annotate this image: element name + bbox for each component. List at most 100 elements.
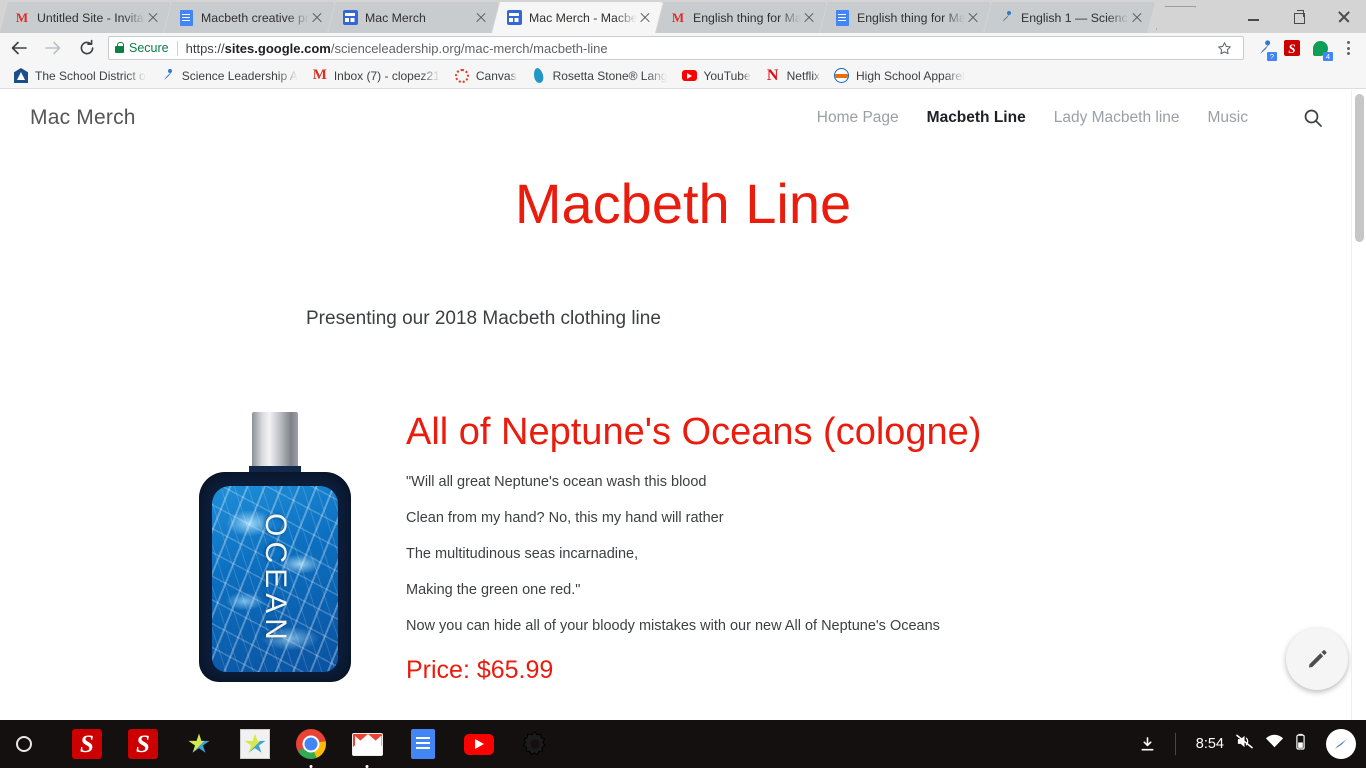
- bookmark-item[interactable]: Rosetta Stone® Lang: [524, 65, 675, 87]
- close-icon[interactable]: [473, 10, 489, 26]
- gmail-app-icon[interactable]: [350, 727, 384, 768]
- page-viewport: Mac Merch Home Page Macbeth Line Lady Ma…: [0, 90, 1366, 720]
- nav-item-lady-macbeth-line[interactable]: Lady Macbeth line: [1054, 109, 1180, 127]
- bottle-body: OCEAN: [199, 472, 351, 682]
- bookmark-item[interactable]: Science Leadership A: [153, 65, 305, 87]
- science-leadership-extension-icon[interactable]: ?: [1250, 33, 1278, 63]
- back-button[interactable]: [4, 33, 34, 63]
- gmail-icon: M: [312, 67, 327, 83]
- gmail-icon: M: [671, 10, 685, 25]
- tray-divider: [1174, 733, 1176, 755]
- tab-title: Untitled Site - Invitati: [37, 10, 145, 25]
- close-icon[interactable]: [145, 10, 161, 26]
- product-price: Price: $65.99: [406, 655, 554, 684]
- chrome-app-icon[interactable]: [294, 727, 328, 768]
- close-icon[interactable]: [965, 10, 981, 26]
- google-docs-icon: [178, 10, 194, 26]
- omnibox-divider: [176, 40, 178, 56]
- browser-tab-active[interactable]: Mac Merch - Macbeth: [492, 2, 663, 33]
- browser-tab[interactable]: M English thing for Ma: [656, 2, 827, 33]
- tab-title: English thing for Ma: [857, 10, 965, 25]
- edit-site-button[interactable]: [1286, 628, 1348, 690]
- product-section: OCEAN All of Neptune's Oceans (cologne) …: [0, 411, 1366, 685]
- bottle-cap: [252, 412, 298, 468]
- netflix-icon: N: [766, 66, 779, 84]
- browser-tab[interactable]: Mac Merch: [328, 2, 499, 33]
- chrome-menu-button[interactable]: [1334, 33, 1362, 63]
- search-icon[interactable]: [1302, 107, 1324, 129]
- clock: 8:54: [1195, 736, 1224, 752]
- nav-item-music[interactable]: Music: [1208, 109, 1248, 127]
- tab-title: Mac Merch - Macbeth: [529, 10, 637, 25]
- window-controls: [1231, 0, 1366, 33]
- bookmark-item[interactable]: The School District o: [6, 65, 153, 87]
- bookmark-item[interactable]: M Inbox (7) - clopez21: [305, 65, 447, 87]
- high-school-apparel-icon: [834, 68, 850, 84]
- browser-tab[interactable]: English thing for Ma: [820, 2, 991, 33]
- pencil-icon: [1309, 650, 1327, 668]
- google-docs-icon: [834, 10, 850, 26]
- reload-button[interactable]: [72, 33, 102, 63]
- bookmark-item[interactable]: Canvas: [447, 65, 524, 87]
- scrollbar-thumb[interactable]: [1355, 94, 1364, 242]
- browser-tab[interactable]: M Untitled Site - Invitati: [0, 2, 171, 33]
- product-image: OCEAN: [150, 412, 400, 685]
- bookmark-item[interactable]: YouTube: [674, 65, 757, 87]
- close-icon[interactable]: [801, 10, 817, 26]
- science-leadership-window-icon[interactable]: [238, 727, 272, 761]
- s-app-1-icon[interactable]: S: [70, 727, 104, 761]
- shelf-app-list: S S: [70, 727, 552, 768]
- forward-button: [38, 33, 68, 63]
- science-leadership-icon: [160, 68, 176, 84]
- download-icon[interactable]: [1131, 727, 1165, 761]
- system-shelf: S S 8:54: [0, 720, 1366, 768]
- browser-tab[interactable]: Macbeth creative pro: [164, 2, 335, 33]
- bookmark-star-icon[interactable]: [1211, 36, 1237, 60]
- science-leadership-app-icon[interactable]: [182, 727, 216, 761]
- settings-app-icon[interactable]: [518, 727, 552, 761]
- page-scrollbar[interactable]: [1351, 90, 1366, 720]
- s-app-2-icon[interactable]: S: [126, 727, 160, 761]
- nav-item-macbeth-line[interactable]: Macbeth Line: [927, 109, 1026, 127]
- bottle-label: OCEAN: [212, 486, 338, 672]
- site-navigation: Home Page Macbeth Line Lady Macbeth line…: [817, 107, 1336, 129]
- product-name: All of Neptune's Oceans (cologne): [406, 411, 982, 453]
- system-tray: 8:54: [1131, 727, 1366, 761]
- minimize-button[interactable]: [1231, 0, 1276, 33]
- bookmark-label: Canvas: [475, 68, 517, 83]
- product-description-line: Clean from my hand? No, this my hand wil…: [406, 509, 724, 526]
- s-extension-icon[interactable]: S: [1278, 33, 1306, 63]
- bookmark-item[interactable]: High School Apparel: [827, 65, 972, 87]
- google-docs-app-icon[interactable]: [406, 727, 440, 761]
- close-icon[interactable]: [637, 10, 653, 26]
- browser-tab[interactable]: English 1 — Science: [984, 2, 1155, 33]
- bookmark-label: YouTube: [703, 68, 751, 83]
- green-bubble-extension-icon[interactable]: 4: [1306, 33, 1334, 63]
- status-area[interactable]: 8:54: [1186, 733, 1316, 756]
- close-icon[interactable]: [309, 10, 325, 26]
- gmail-icon: M: [15, 10, 29, 25]
- address-bar[interactable]: Secure https://sites.google.com/sciencel…: [108, 36, 1244, 60]
- security-label: Secure: [129, 41, 169, 55]
- maximize-button[interactable]: [1276, 0, 1321, 33]
- close-icon[interactable]: [1129, 10, 1145, 26]
- youtube-app-icon[interactable]: [462, 727, 496, 761]
- browser-toolbar: Secure https://sites.google.com/sciencel…: [0, 33, 1366, 63]
- canvas-icon: [454, 68, 470, 84]
- user-avatar[interactable]: [1326, 729, 1356, 759]
- science-leadership-icon: [998, 10, 1014, 26]
- google-sites-icon: [342, 10, 358, 26]
- bookmark-item[interactable]: N Netflix: [758, 65, 827, 87]
- url-path: /scienceleadership.org/mac-merch/macbeth…: [330, 40, 608, 56]
- bookmark-label: Netflix: [786, 68, 820, 83]
- bookmark-label: Rosetta Stone® Lang: [552, 68, 668, 83]
- new-tab-button[interactable]: [1156, 6, 1196, 30]
- url-scheme: https://: [185, 40, 225, 56]
- site-logo-title[interactable]: Mac Merch: [30, 106, 136, 130]
- youtube-icon: [681, 68, 697, 84]
- close-window-button[interactable]: [1321, 0, 1366, 33]
- battery-icon: [1295, 733, 1306, 756]
- nav-item-home-page[interactable]: Home Page: [817, 109, 899, 127]
- product-details: All of Neptune's Oceans (cologne) "Will …: [400, 411, 982, 685]
- launcher-icon[interactable]: [16, 736, 32, 752]
